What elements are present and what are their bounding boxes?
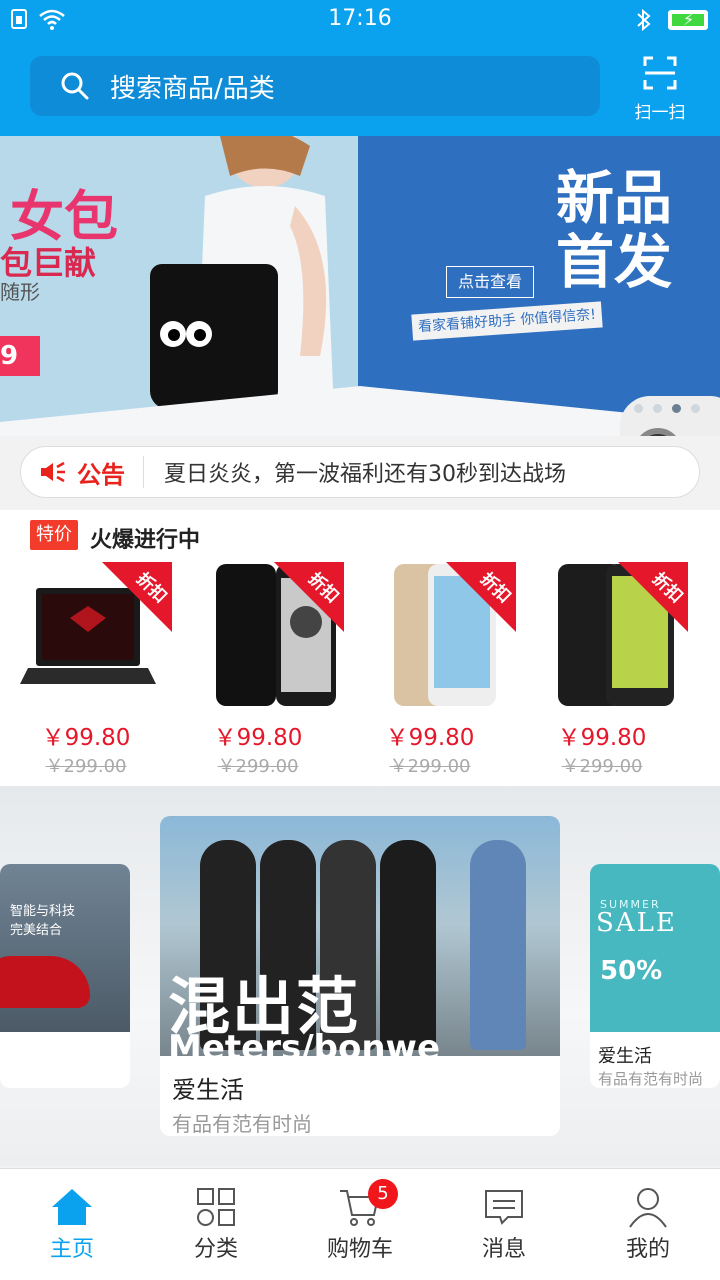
speaker-icon (41, 461, 65, 483)
battery-icon: ⚡ (668, 10, 708, 30)
promo-carousel: 智能与科技 完美结合 混出范 Meters/bonwe 爱生活 有品有范有时尚 … (0, 786, 720, 1166)
tab-label: 消息 (481, 1237, 526, 1262)
special-price-tag: 特价 (30, 520, 78, 550)
product-price: ￥99.80 (557, 725, 647, 751)
scan-button[interactable]: 扫一扫 (628, 56, 692, 123)
tab-label: 我的 (625, 1237, 670, 1262)
bluetooth-icon (637, 8, 651, 32)
promo-card-subtitle: 有品有范有时尚 (598, 1070, 704, 1088)
banner-dot[interactable] (653, 404, 662, 413)
product-old-price: ￥299.00 (561, 756, 643, 777)
grid-icon (197, 1188, 235, 1226)
product-card[interactable]: 折扣 ￥99.80 ￥299.00 (344, 562, 516, 782)
tab-label: 购物车 (326, 1237, 393, 1262)
product-price: ￥99.80 (385, 725, 475, 751)
scan-label: 扫一扫 (634, 103, 686, 123)
product-old-price: ￥299.00 (45, 756, 127, 777)
banner-dot-active[interactable] (672, 404, 681, 413)
notice-title: 公告 (77, 460, 125, 489)
search-bar[interactable]: 搜索商品/品类 (30, 56, 600, 116)
tab-cart[interactable]: 5 购物车 (288, 1169, 432, 1280)
promo-card-right[interactable]: SUMMER SALE 50% 爱生活 有品有范有时尚 (590, 864, 720, 1088)
cart-badge: 5 (368, 1179, 398, 1209)
tab-label: 主页 (49, 1237, 94, 1262)
deals-title: 火爆进行中 (90, 528, 201, 553)
banner-dot[interactable] (691, 404, 700, 413)
product-old-price: ￥299.00 (217, 756, 299, 777)
status-right-icons: ⚡ (636, 8, 708, 32)
home-icon (52, 1189, 92, 1225)
banner-carousel[interactable]: 女包 包巨献 随形 9 点击查看 看家看铺好助手 你值得信奈! 新品首发 (0, 136, 720, 436)
notice-bar[interactable]: 公告 夏日炎炎，第一波福利还有30秒到达战场 (20, 446, 700, 498)
hot-deals-section: 特价 火爆进行中 折扣 ￥99.80 ￥299.00 折扣 ￥99.80 ￥29… (0, 510, 720, 786)
tab-category[interactable]: 分类 (144, 1169, 288, 1280)
sale-percent: 50% (600, 956, 663, 986)
banner-price-tag: 9 (0, 336, 40, 376)
sale-promo-image: SUMMER SALE 50% (590, 864, 720, 1032)
red-car (0, 956, 90, 1008)
sale-text: SALE (596, 908, 677, 938)
product-price: ￥99.80 (213, 725, 303, 751)
banner-dots (634, 404, 700, 413)
product-price: ￥99.80 (41, 725, 131, 751)
user-icon (629, 1188, 667, 1228)
product-old-price: ￥299.00 (389, 756, 471, 777)
car-promo-image: 智能与科技 完美结合 (0, 864, 130, 1032)
tab-messages[interactable]: 消息 (432, 1169, 576, 1280)
notice-text: 夏日炎炎，第一波福利还有30秒到达战场 (164, 462, 566, 487)
product-card[interactable]: 折扣 ￥99.80 ￥299.00 (172, 562, 344, 782)
scan-icon (643, 56, 677, 90)
bottom-tab-bar: 主页 分类 5 购物车 消息 我的 (0, 1168, 720, 1280)
promo-card-center[interactable]: 混出范 Meters/bonwe 爱生活 有品有范有时尚 (160, 816, 560, 1136)
model-figure (380, 840, 436, 1050)
banner-camera-image (620, 396, 720, 436)
search-placeholder: 搜索商品/品类 (110, 73, 275, 104)
tab-home[interactable]: 主页 (0, 1169, 144, 1280)
model-figure (470, 840, 526, 1050)
promo-image-brand: Meters/bonwe (168, 1028, 440, 1068)
fashion-promo-image: 混出范 Meters/bonwe (160, 816, 560, 1068)
search-icon (61, 72, 89, 100)
status-bar: 17:16 ⚡ (0, 0, 720, 40)
banner-view-button[interactable]: 点击查看 (446, 266, 534, 298)
car-promo-text: 智能与科技 完美结合 (10, 904, 76, 938)
status-time: 17:16 (328, 6, 392, 31)
tab-label: 分类 (193, 1237, 238, 1262)
top-bar: 17:16 ⚡ 搜索商品/品类 扫一扫 (0, 0, 720, 136)
banner-dot[interactable] (634, 404, 643, 413)
banner-right-title: 新品首发 (556, 164, 673, 296)
promo-card-subtitle: 有品有范有时尚 (172, 1112, 312, 1136)
promo-card-title: 爱生活 (172, 1076, 244, 1104)
backpack-eye-right (186, 321, 212, 347)
backpack-eye-left (160, 321, 186, 347)
tab-profile[interactable]: 我的 (576, 1169, 720, 1280)
message-icon (485, 1190, 523, 1225)
promo-card-left[interactable]: 智能与科技 完美结合 (0, 864, 130, 1088)
product-card[interactable]: 折扣 ￥99.80 ￥299.00 (516, 562, 688, 782)
notice-divider (143, 456, 144, 488)
banner-left-small: 随形 (0, 280, 40, 304)
product-card[interactable]: 折扣 ￥99.80 ￥299.00 (0, 562, 172, 782)
promo-card-title: 爱生活 (598, 1046, 652, 1067)
